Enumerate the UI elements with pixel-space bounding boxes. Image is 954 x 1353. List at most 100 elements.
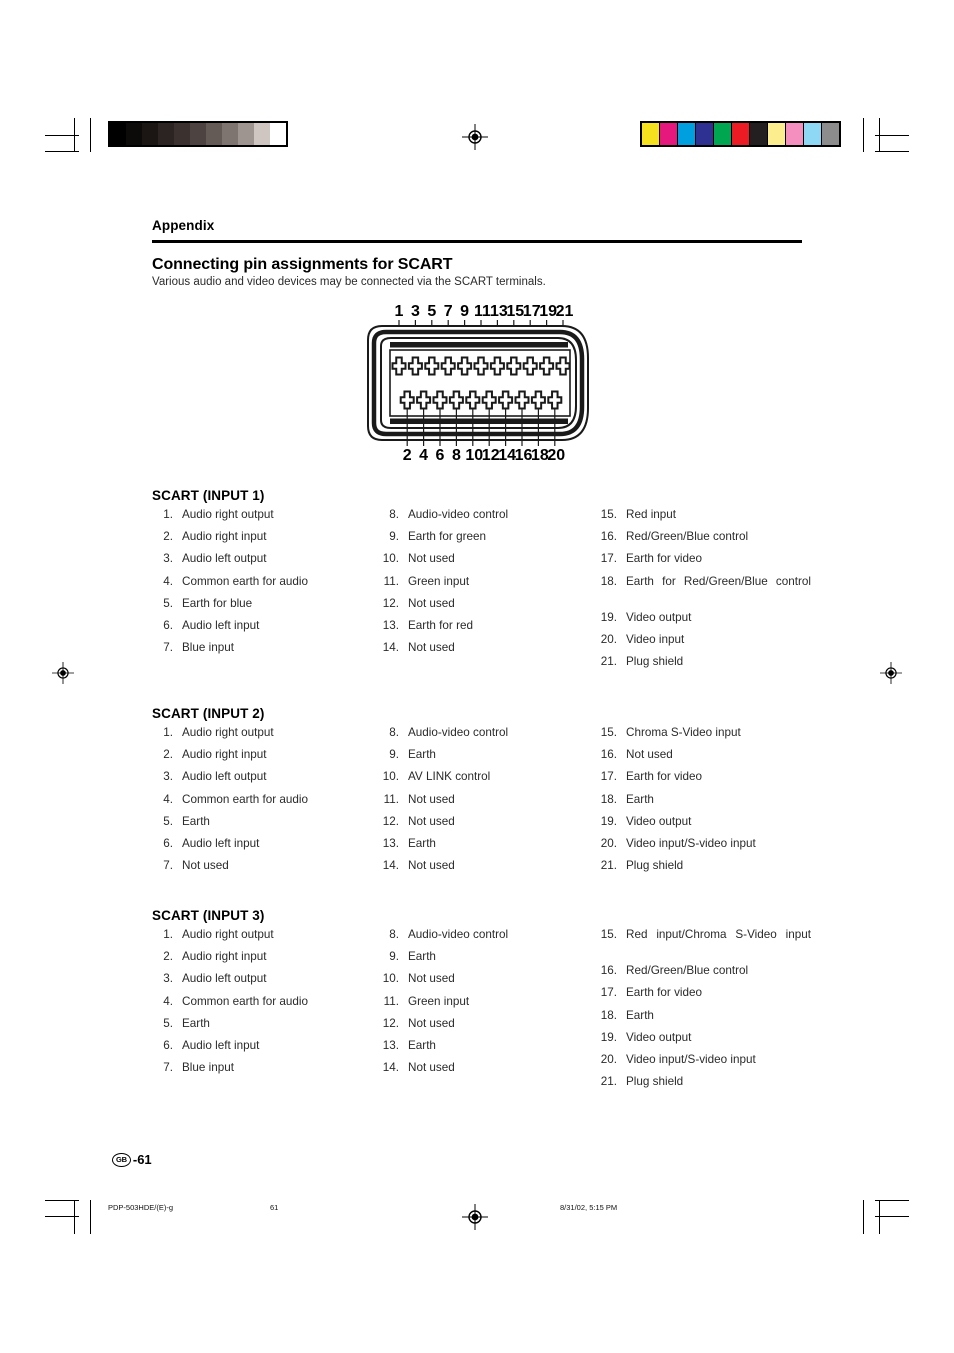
pin-assignment-row: 19. Video output xyxy=(596,815,811,829)
pin-assignment-row: 20. Video input xyxy=(596,633,811,647)
pin-assignment-row: 17. Earth for video xyxy=(596,986,811,1000)
pin-label: Not used xyxy=(408,792,455,806)
pin-assignment-row: 6. Audio left input xyxy=(152,1039,382,1053)
pin-number: 4. xyxy=(163,574,173,588)
pin-label: Plug shield xyxy=(626,655,684,669)
pin-number: 14. xyxy=(382,859,399,873)
pin-label: Audio-video control xyxy=(408,726,509,739)
color-swatch xyxy=(804,123,822,145)
scart-input-3-column-2: 8. Audio-video control 9. Earth 10. Not used 1… xyxy=(378,928,593,1083)
pin-number: 21. xyxy=(600,655,617,669)
header-rule xyxy=(152,240,802,243)
pin-number: 8. xyxy=(389,726,399,739)
crop-mark-top-right xyxy=(863,118,864,152)
bottom-pin-number-row: 2 4 6 8 101214161820 xyxy=(403,447,566,464)
pin-label: Not used xyxy=(408,552,455,566)
pin-assignment-row: 16. Not used xyxy=(596,748,811,762)
pin-number: 16. xyxy=(600,530,617,544)
crop-mark-bottom-right xyxy=(875,1200,909,1201)
scart-input-2-column-2: 8. Audio-video control 9. Earth 10. AV LINK c… xyxy=(378,726,593,881)
pin-label: Audio-video control xyxy=(408,508,509,521)
pin-assignment-row: 11. Green input xyxy=(378,995,593,1009)
crop-mark-bottom-left xyxy=(74,1200,75,1234)
pin-label: Plug shield xyxy=(626,1075,684,1089)
pin-assignment-row: 1. Audio right output xyxy=(152,508,382,522)
color-swatch xyxy=(714,123,732,145)
pin-label: Red input xyxy=(626,508,677,521)
pin-assignment-row: 18. Earth for Red/Green/Blue control xyxy=(596,575,811,603)
pin-number: 12. xyxy=(382,596,399,610)
pin-label: Earth xyxy=(182,814,210,828)
pin-number: 5. xyxy=(163,596,173,610)
pin-number: 21. xyxy=(600,859,617,873)
pin-assignment-row: 18. Earth xyxy=(596,793,811,807)
pin-assignment-row: 3. Audio left output xyxy=(152,770,382,784)
pin-label: Common earth for audio xyxy=(182,994,309,1008)
pin-label: Audio left input xyxy=(182,618,260,632)
pin-number: 4. xyxy=(163,994,173,1008)
pin-label: Not used xyxy=(408,596,455,610)
pin-assignment-row: 20. Video input/S-video input xyxy=(596,1053,811,1067)
pin-assignment-row: 5. Earth for blue xyxy=(152,597,382,611)
pin-number-label: 18 xyxy=(531,447,549,464)
color-swatch xyxy=(822,123,839,145)
pin-assignment-row: 16. Red/Green/Blue control xyxy=(596,964,811,978)
grayscale-swatch xyxy=(190,123,206,145)
pin-assignment-row: 21. Plug shield xyxy=(596,655,811,669)
pin-label: Audio right input xyxy=(182,748,267,762)
scart-input-1-column-3: 15. Red input 16. Red/Green/Blue control 17.… xyxy=(596,508,811,677)
grayscale-swatch xyxy=(174,123,190,145)
pin-number-label: 1 xyxy=(395,303,404,320)
color-calibration-bar xyxy=(640,121,841,147)
pin-label: Audio right output xyxy=(182,508,274,521)
scart-connector-diagram: 1 3 5 7 9 11 13 15 17 19 21 2 4 6 8 10 12 14 16 18 20 xyxy=(350,300,610,470)
pin-assignment-row: 17. Earth for video xyxy=(596,552,811,566)
scart-input-3-column-3: 15. Red input/Chroma S-Video input 16. Red/… xyxy=(596,928,811,1097)
pin-number: 15. xyxy=(600,928,617,941)
pin-number-label: 9 xyxy=(460,303,469,320)
pin-assignment-row: 9. Earth xyxy=(378,748,593,762)
color-swatch xyxy=(642,123,660,145)
pin-number-label: 13 xyxy=(490,303,508,320)
pin-assignment-row: 1. Audio right output xyxy=(152,928,382,942)
pin-label: Earth xyxy=(626,1008,654,1022)
pin-assignment-row: 11. Green input xyxy=(378,575,593,589)
pin-assignment-row: 17. Earth for video xyxy=(596,770,811,784)
pin-assignment-row: 15. Red input/Chroma S-Video input xyxy=(596,928,811,956)
pin-number: 13. xyxy=(382,618,399,632)
pin-number: 15. xyxy=(600,508,617,521)
pin-label: Not used xyxy=(626,748,673,762)
pin-assignment-row: 7. Blue input xyxy=(152,641,382,655)
pin-label: Earth for red xyxy=(408,618,473,632)
pin-number: 12. xyxy=(382,1016,399,1030)
pin-label: Blue input xyxy=(182,1061,234,1075)
pin-assignment-row: 16. Red/Green/Blue control xyxy=(596,530,811,544)
pin-number: 1. xyxy=(163,508,173,521)
pin-number: 18. xyxy=(600,792,617,806)
pin-assignment-row: 8. Audio-video control xyxy=(378,508,593,522)
pin-number: 4. xyxy=(163,792,173,806)
pin-label: Red/Green/Blue control xyxy=(626,530,749,544)
pin-number-label: 4 xyxy=(419,447,428,464)
grayscale-swatch xyxy=(206,123,222,145)
region-badge-gb: GB xyxy=(112,1152,131,1167)
pin-assignment-row: 15. Chroma S-Video input xyxy=(596,726,811,740)
pin-number: 5. xyxy=(163,814,173,828)
pin-number: 5. xyxy=(163,1016,173,1030)
pin-number: 9. xyxy=(389,530,399,544)
pin-assignment-row: 2. Audio right input xyxy=(152,950,382,964)
pin-number-label: 3 xyxy=(411,303,420,320)
pin-label: Not used xyxy=(408,972,455,986)
pin-assignment-row: 8. Audio-video control xyxy=(378,726,593,740)
registration-mark-bottom xyxy=(462,1204,488,1235)
grayscale-swatch xyxy=(158,123,174,145)
pin-number: 6. xyxy=(163,618,173,632)
pin-label: Blue input xyxy=(182,641,234,655)
pin-number: 20. xyxy=(600,1052,617,1066)
pin-number: 10. xyxy=(382,972,399,986)
scart-input-2-column-3: 15. Chroma S-Video input 16. Not used 17. Ear… xyxy=(596,726,811,881)
pin-assignment-row: 13. Earth for red xyxy=(378,619,593,633)
pin-number: 8. xyxy=(389,508,399,521)
pin-assignment-row: 14. Not used xyxy=(378,859,593,873)
pin-assignment-row: 12. Not used xyxy=(378,1017,593,1031)
